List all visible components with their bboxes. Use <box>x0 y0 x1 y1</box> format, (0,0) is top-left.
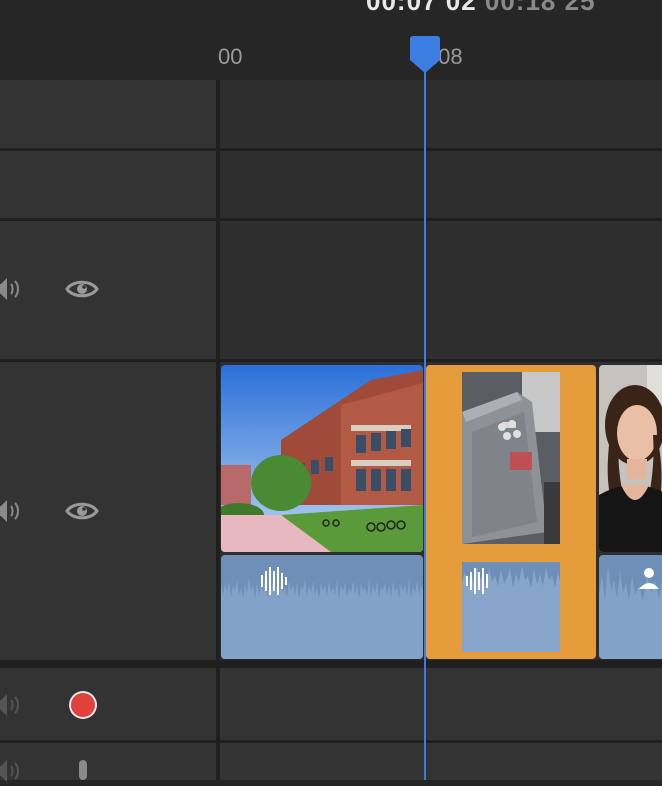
eye-icon[interactable] <box>65 276 99 302</box>
eye-icon[interactable] <box>65 498 99 524</box>
track-area-overlay[interactable] <box>220 151 662 218</box>
track-header-voiceover[interactable] <box>0 668 216 740</box>
track-area-mic[interactable] <box>220 743 662 780</box>
playhead-handle[interactable] <box>410 36 440 74</box>
track-header-main[interactable] <box>0 362 216 660</box>
total-time: 00:18 <box>484 0 557 16</box>
current-frames: 02 <box>445 0 477 16</box>
track-header-video-2[interactable] <box>0 221 216 359</box>
microphone-icon[interactable] <box>72 760 94 782</box>
speaker-icon[interactable] <box>0 756 24 786</box>
clip-person-thumbnail[interactable] <box>599 365 662 552</box>
clip-building-audio[interactable] <box>221 555 423 659</box>
clip-machine-audio[interactable] <box>462 562 560 652</box>
clip-machine-thumbnail[interactable] <box>462 372 560 544</box>
speaker-icon[interactable] <box>0 274 24 304</box>
track-header-mic[interactable] <box>0 743 216 780</box>
track-divider <box>0 660 662 668</box>
record-icon[interactable] <box>67 689 99 721</box>
timecode-display: 00:07 02 00:18 25 <box>366 0 596 17</box>
header-divider <box>216 80 220 780</box>
current-time: 00:07 <box>366 0 438 16</box>
track-header-overlay[interactable] <box>0 151 216 218</box>
track-area-title[interactable] <box>220 80 662 148</box>
playhead-line[interactable] <box>424 60 426 780</box>
clip-building-thumbnail[interactable] <box>221 365 423 552</box>
track-area-video-2[interactable] <box>220 221 662 359</box>
speaker-icon[interactable] <box>0 496 24 526</box>
ruler-label-start: 00 <box>218 44 243 69</box>
track-header-title[interactable] <box>0 80 216 148</box>
track-area-voiceover[interactable] <box>220 668 662 740</box>
clip-person-audio[interactable] <box>599 555 662 659</box>
speaker-icon[interactable] <box>0 690 24 720</box>
total-frames: 25 <box>564 0 596 16</box>
